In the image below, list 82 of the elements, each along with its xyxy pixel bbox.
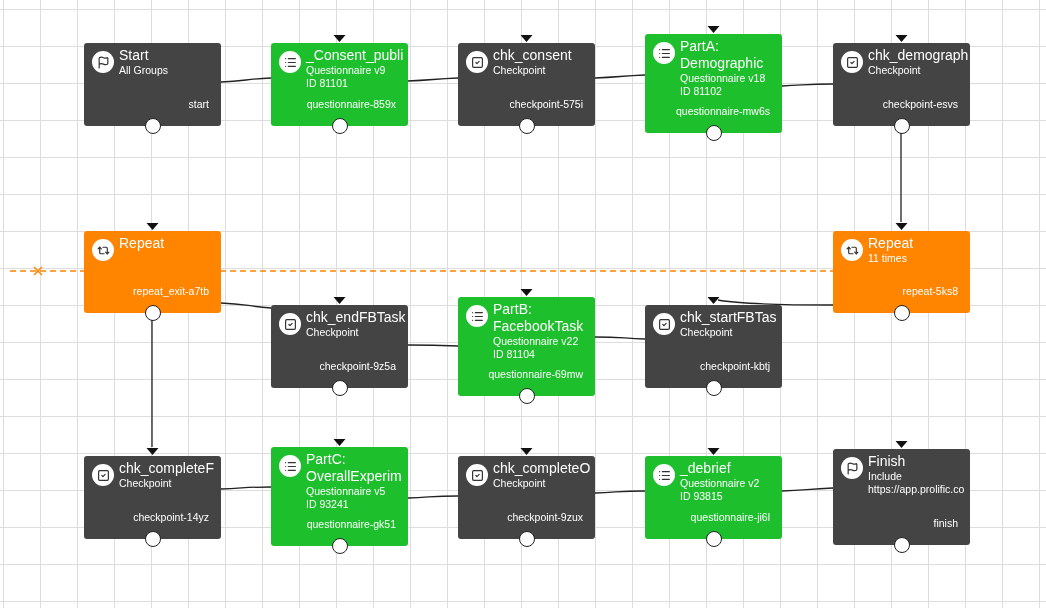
node-detail: ID 93815 [680,490,724,503]
flag-icon [845,461,859,475]
node-title: Repeat [868,235,914,252]
node-title: Finish [868,453,907,470]
list-icon [657,46,671,60]
finish-node[interactable]: Finish Include https://app.prolific.co finish [833,449,970,545]
node-detail: Include [868,470,903,483]
node-id: checkpoint-9zux [507,511,584,524]
node-title: Start [119,47,150,64]
node-id: repeat-5ks8 [902,285,959,298]
checkpoint-node[interactable]: chk_startFBTas Checkpoint checkpoint-kbtj [645,305,782,388]
node-title: chk_consent [493,47,572,64]
node-detail: Questionnaire v22 [493,335,580,348]
node-detail: ID 81104 [493,348,536,361]
flag-icon [96,55,110,69]
node-id: checkpoint-14yz [133,511,210,524]
node-title: PartB: FacebookTask [493,301,585,335]
checkbox-icon [470,55,484,69]
checkpoint-node[interactable]: chk_consent Checkpoint checkpoint-575i [458,43,595,126]
node-id: checkpoint-575i [509,98,584,111]
node-id: repeat_exit-a7tb [133,285,210,298]
connector-line [220,302,272,309]
node-title: chk_demograph [868,47,969,64]
node-detail: Checkpoint [680,326,734,339]
node-id: questionnaire-gk51 [306,518,397,531]
node-id: start [188,98,210,111]
connector-line [407,77,459,82]
node-title: chk_completeF [119,460,214,477]
checkpoint-node[interactable]: chk_endFBTask Checkpoint checkpoint-9z5a [271,305,408,388]
node-detail: Checkpoint [868,64,922,77]
node-detail: Checkpoint [493,477,547,490]
connector-line [220,77,272,83]
node-id: questionnaire-ji6l [690,511,771,524]
node-title: chk_endFBTask [306,309,406,326]
node-detail: 11 times [868,252,908,265]
list-icon [283,459,297,473]
node-detail: Questionnaire v5 [306,485,387,498]
connector-line [220,486,272,490]
node-id: questionnaire-mw6s [676,105,771,118]
connector-line [594,490,646,494]
node-detail: Questionnaire v2 [680,477,760,490]
node-detail: ID 81102 [680,85,723,98]
connector-line [594,74,646,79]
start-node[interactable]: Start All Groups start [84,43,221,126]
node-title: PartA: Demographic [680,38,765,72]
node-detail: Questionnaire v18 [680,72,767,85]
checkbox-icon [657,317,671,331]
checkpoint-node[interactable]: chk_completeO Checkpoint checkpoint-9zux [458,456,595,539]
node-detail: Questionnaire v9 [306,64,387,77]
node-detail: Checkpoint [119,477,173,490]
node-title: PartC: OverallExperim [306,451,403,485]
node-title: chk_completeO [493,460,591,477]
node-title: _debrief [680,460,732,477]
node-id: questionnaire-859x [306,98,397,111]
node-detail: https://app.prolific.co [868,483,965,496]
node-detail: ID 81101 [306,77,349,90]
node-detail: Checkpoint [493,64,547,77]
node-id: checkpoint-esvs [882,98,959,111]
checkpoint-node[interactable]: chk_completeF Checkpoint checkpoint-14yz [84,456,221,539]
checkpoint-node[interactable]: chk_demograph Checkpoint checkpoint-esvs [833,43,970,126]
checkbox-icon [845,55,859,69]
node-title: chk_startFBTas [680,309,777,326]
node-detail: All Groups [119,64,169,77]
list-icon [283,55,297,69]
connector-line [407,495,459,499]
connector-line [407,344,459,347]
checkbox-icon [470,468,484,482]
node-id: checkpoint-kbtj [699,360,771,373]
node-detail: ID 93241 [306,498,350,511]
node-title: Repeat [119,235,165,252]
node-id: questionnaire-69mw [488,368,584,381]
connector-line [781,487,834,492]
connector-line [781,83,834,87]
checkbox-icon [96,468,110,482]
node-detail: Checkpoint [306,326,360,339]
node-title: _Consent_publi [306,47,404,64]
node-id: checkpoint-9z5a [319,360,397,373]
connector-line [594,336,646,340]
list-icon [470,309,484,323]
checkbox-icon [283,317,297,331]
list-icon [657,468,671,482]
node-id: finish [933,517,959,530]
